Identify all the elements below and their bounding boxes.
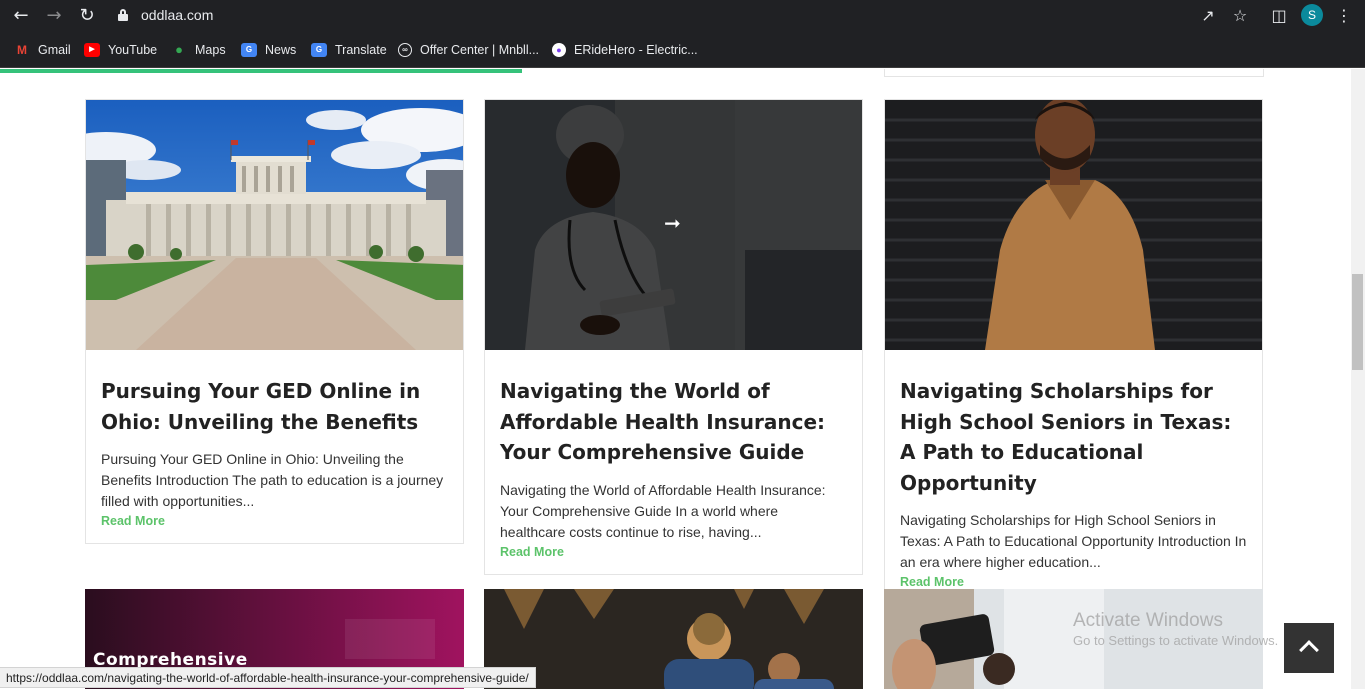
reload-icon[interactable]: ↻ <box>75 4 99 28</box>
watermark-title: Activate Windows <box>1073 610 1223 631</box>
page-scrollbar[interactable] <box>1351 69 1365 689</box>
translate-icon: G <box>311 43 327 57</box>
url-text: oddlaa.com <box>141 7 214 23</box>
windows-activation-watermark: Activate Windows Go to Settings to activ… <box>1073 610 1278 648</box>
back-to-top-button[interactable] <box>1284 623 1334 673</box>
bookmark-maps[interactable]: ● Maps <box>171 41 226 59</box>
more-menu-icon[interactable]: ⋮ <box>1332 4 1356 28</box>
bookmark-label: Translate <box>335 43 387 57</box>
side-panel-icon[interactable]: ◫ <box>1267 4 1291 28</box>
bookmark-translate[interactable]: G Translate <box>311 41 387 59</box>
bookmarks-bar: M Gmail ▶ YouTube ● Maps G News G Transl… <box>0 32 1365 68</box>
offer-center-icon: ∞ <box>398 43 412 57</box>
man-in-coat-photo[interactable] <box>885 100 1262 350</box>
bookmark-star-icon[interactable]: ☆ <box>1228 4 1252 28</box>
post-excerpt: Navigating the World of Affordable Healt… <box>500 481 826 540</box>
bookmark-news[interactable]: G News <box>241 41 296 59</box>
post-title-link[interactable]: Pursuing Your GED Online in Ohio: Unveil… <box>101 376 448 437</box>
bookmark-label: YouTube <box>108 43 158 57</box>
bookmark-label: Offer Center | Mnbll... <box>420 43 540 57</box>
bookmark-youtube[interactable]: ▶ YouTube <box>84 41 157 59</box>
arrow-right-icon[interactable]: ➞ <box>664 211 681 235</box>
doctor-photo[interactable]: ➞ <box>485 100 862 350</box>
chevron-up-icon <box>1299 640 1319 660</box>
back-arrow-icon[interactable]: ← <box>9 4 33 28</box>
forward-arrow-icon[interactable]: → <box>42 4 66 28</box>
post-card: ➞ Navigating the World of Affordable Hea… <box>484 99 863 575</box>
post-card: Pursuing Your GED Online in Ohio: Unveil… <box>85 99 464 544</box>
profile-avatar[interactable]: S <box>1301 4 1323 26</box>
address-bar[interactable]: oddlaa.com <box>108 2 1258 30</box>
read-more-link[interactable]: Read More <box>900 575 1247 589</box>
students-image <box>484 589 863 689</box>
youtube-icon: ▶ <box>84 43 100 57</box>
capitol-building-image <box>86 100 463 350</box>
bookmark-eridehero[interactable]: ● ERideHero - Electric... <box>552 41 698 59</box>
bookmark-label: Maps <box>195 43 226 57</box>
capitol-building-photo[interactable] <box>86 100 463 350</box>
previous-card-bottom <box>884 69 1264 77</box>
bookmark-gmail[interactable]: M Gmail <box>14 41 71 59</box>
post-card: Navigating Scholarships for High School … <box>884 99 1263 605</box>
students-photo[interactable] <box>484 589 863 689</box>
page-content: Pursuing Your GED Online in Ohio: Unveil… <box>0 69 1351 689</box>
page-load-progress <box>0 69 522 73</box>
post-excerpt: Navigating Scholarships for High School … <box>900 512 1247 570</box>
bookmark-offer-center[interactable]: ∞ Offer Center | Mnbll... <box>398 41 539 59</box>
news-icon: G <box>241 43 257 57</box>
scrollbar-thumb[interactable] <box>1352 274 1363 370</box>
post-card <box>484 589 863 689</box>
post-title-link[interactable]: Navigating the World of Affordable Healt… <box>500 376 847 468</box>
watermark-subtitle: Go to Settings to activate Windows. <box>1073 633 1279 648</box>
bookmark-label: ERideHero - Electric... <box>574 43 698 57</box>
bookmark-label: Gmail <box>38 43 71 57</box>
lock-icon[interactable] <box>118 9 128 21</box>
bookmark-label: News <box>265 43 297 57</box>
post-excerpt: Pursuing Your GED Online in Ohio: Unveil… <box>101 451 444 509</box>
link-status-bar: https://oddlaa.com/navigating-the-world-… <box>0 667 536 688</box>
eridehero-icon: ● <box>552 43 566 57</box>
share-icon[interactable]: ↗ <box>1196 4 1220 28</box>
browser-toolbar: ← → ↻ oddlaa.com ↗ ☆ ◫ S ⋮ <box>0 0 1365 32</box>
read-more-link[interactable]: Read More <box>500 545 847 559</box>
maps-icon: ● <box>175 42 183 57</box>
read-more-link[interactable]: Read More <box>101 514 448 528</box>
gmail-icon: M <box>17 43 27 57</box>
post-title-link[interactable]: Navigating Scholarships for High School … <box>900 376 1247 498</box>
man-in-coat-image <box>885 100 1262 350</box>
